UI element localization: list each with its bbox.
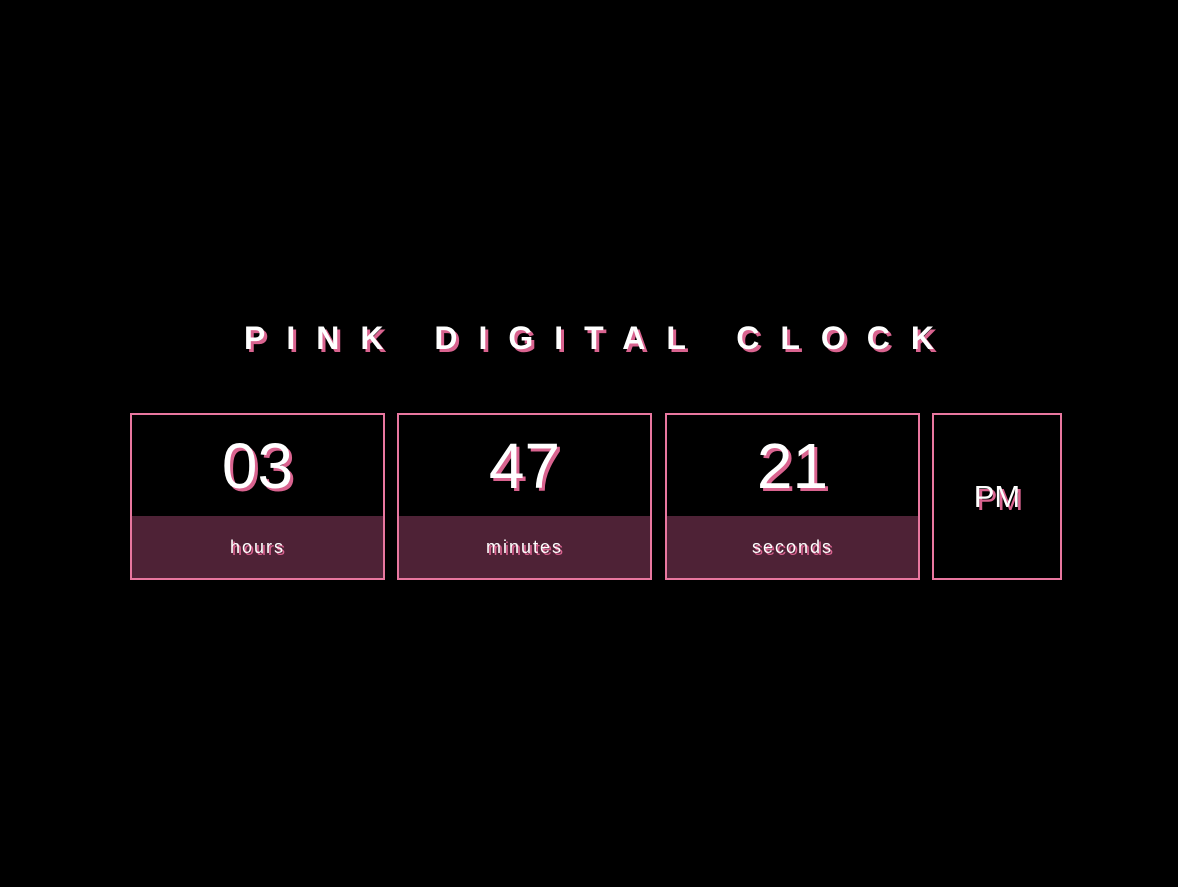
hours-value: 03 bbox=[221, 429, 294, 502]
hours-box: 03 hours bbox=[130, 413, 385, 580]
hours-label: hours bbox=[132, 516, 383, 578]
seconds-value: 21 bbox=[756, 429, 829, 502]
page-title: PINK DIGITAL CLOCK bbox=[243, 320, 956, 356]
period-value: PM bbox=[973, 478, 1021, 514]
minutes-label: minutes bbox=[399, 516, 650, 578]
seconds-label: seconds bbox=[667, 516, 918, 578]
minutes-value: 47 bbox=[488, 429, 561, 502]
clock-page: PINK DIGITAL CLOCK 03 hours 47 minutes 2… bbox=[0, 0, 1178, 887]
seconds-box: 21 seconds bbox=[665, 413, 920, 580]
minutes-box: 47 minutes bbox=[397, 413, 652, 580]
period-box: PM bbox=[932, 413, 1062, 580]
